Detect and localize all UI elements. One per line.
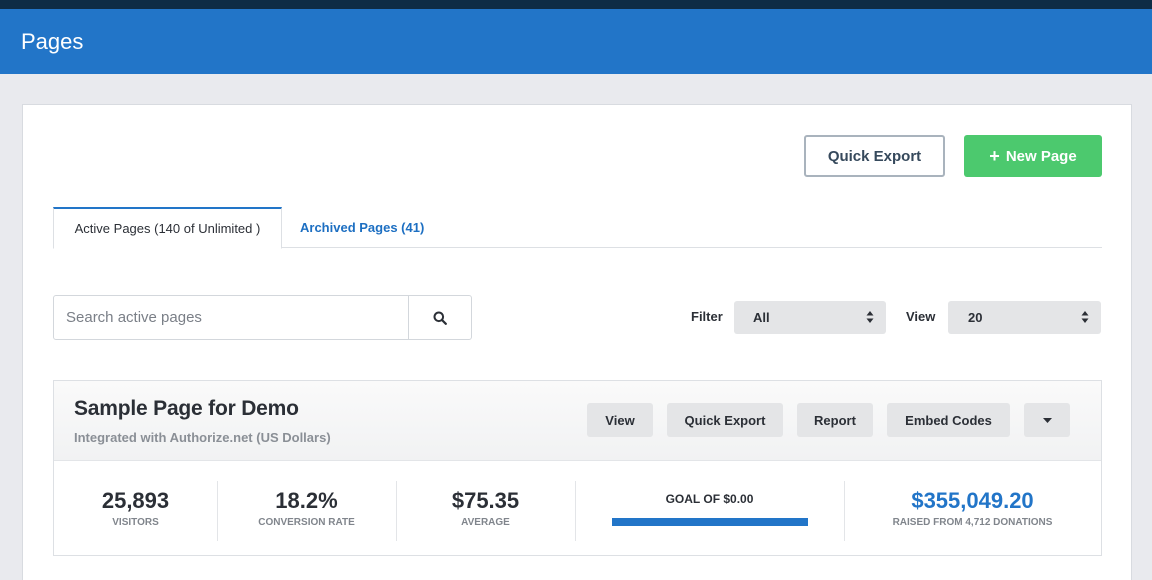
page-title: Pages (21, 29, 84, 54)
new-page-button[interactable]: + New Page (964, 135, 1102, 177)
page-stats: 25,893 VISITORS 18.2% CONVERSION RATE $7… (54, 461, 1101, 556)
filter-value: All (753, 310, 770, 325)
raised-value: $355,049.20 (911, 488, 1034, 513)
view-select[interactable]: 20 (948, 301, 1101, 334)
main-panel: Quick Export + New Page Active Pages (14… (22, 104, 1132, 580)
search-button[interactable] (408, 296, 471, 339)
stat-visitors: 25,893 VISITORS (54, 481, 217, 541)
tab-archived-pages[interactable]: Archived Pages (41) (300, 207, 424, 248)
stat-conversion: 18.2% CONVERSION RATE (217, 481, 396, 541)
search-input[interactable] (54, 296, 408, 339)
more-options-button[interactable] (1024, 403, 1070, 437)
report-button[interactable]: Report (797, 403, 873, 437)
page-card: Sample Page for Demo Integrated with Aut… (53, 380, 1102, 556)
average-value: $75.35 (451, 488, 520, 513)
card-quick-export-button[interactable]: Quick Export (667, 403, 783, 437)
page-card-title: Sample Page for Demo (74, 397, 299, 420)
stat-average: $75.35 AVERAGE (396, 481, 575, 541)
view-label: View (906, 309, 936, 324)
page-card-subtitle: Integrated with Authorize.net (US Dollar… (74, 430, 331, 445)
conversion-value: 18.2% (275, 488, 338, 513)
tab-active-pages[interactable]: Active Pages (140 of Unlimited ) (53, 207, 282, 249)
embed-codes-button[interactable]: Embed Codes (887, 403, 1010, 437)
goal-label: GOAL OF $0.00 (665, 492, 754, 506)
search-icon (433, 311, 447, 325)
stat-goal: GOAL OF $0.00 (575, 481, 844, 541)
filter-label: Filter (691, 309, 723, 324)
page-card-header: Sample Page for Demo Integrated with Aut… (54, 381, 1101, 461)
stat-raised: $355,049.20 RAISED FROM 4,712 DONATIONS (844, 481, 1101, 541)
page-tabs: Active Pages (140 of Unlimited ) Archive… (53, 207, 1102, 249)
average-label: AVERAGE (461, 517, 510, 528)
view-value: 20 (968, 310, 983, 325)
goal-progress-bar (611, 518, 808, 526)
page-header: Pages (0, 9, 1152, 74)
visitors-value: 25,893 (101, 488, 170, 513)
visitors-label: VISITORS (112, 517, 159, 528)
goal-progress-fill (611, 518, 808, 526)
new-page-label: New Page (1005, 147, 1077, 165)
raised-label: RAISED FROM 4,712 DONATIONS (892, 517, 1053, 528)
select-arrows-icon (1081, 311, 1089, 323)
conversion-label: CONVERSION RATE (258, 517, 355, 528)
search-box (53, 295, 472, 340)
view-button[interactable]: View (587, 403, 653, 437)
quick-export-button[interactable]: Quick Export (804, 135, 945, 177)
filter-select[interactable]: All (734, 301, 886, 334)
select-arrows-icon (866, 311, 874, 323)
top-strip (0, 0, 1152, 9)
caret-down-icon (1042, 417, 1052, 423)
plus-icon: + (989, 146, 1000, 166)
